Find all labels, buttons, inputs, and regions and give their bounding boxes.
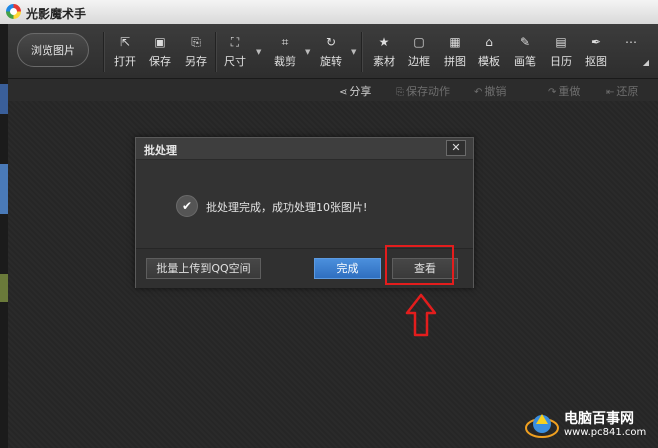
cutout-icon: ✒ [590,35,602,49]
dialog-message: 批处理完成，成功处理10张图片! [206,201,368,214]
app-logo-icon [6,4,21,19]
rotate-dropdown-caret[interactable]: ▼ [351,48,356,56]
save-action-button[interactable]: ⎘ 保存动作 [396,83,450,99]
resize-button[interactable]: ⛶ 尺寸 [220,36,250,70]
undo-icon: ↶ [474,87,483,98]
app-title: 光影魔术手 [26,7,87,21]
brush-icon: ✎ [519,35,531,49]
highlight-box [385,245,454,285]
collage-icon: ▦ [449,35,461,49]
checkmark-icon: ✔ [176,195,198,217]
collage-button[interactable]: ▦ 拼图 [440,36,470,70]
dialog-title: 批处理 [144,144,177,157]
more-icon: ⋯ [625,35,637,49]
border-button[interactable]: ▢ 边框 [404,36,434,70]
toolbar-expand-icon[interactable]: ◢ [643,58,649,67]
save-as-icon: ⎘ [191,35,201,49]
resize-icon: ⛶ [230,35,240,49]
close-icon[interactable]: ✕ [446,140,466,156]
crop-dropdown-caret[interactable]: ▼ [305,48,310,56]
toolbar-divider [361,32,363,72]
rotate-icon: ↻ [325,35,337,49]
background-window-strip [0,24,8,448]
material-icon: ★ [378,35,390,49]
dialog-header: 批处理 ✕ [136,138,473,160]
title-bar: 光影魔术手 [0,0,658,25]
save-as-button[interactable]: ⎘ 另存 [181,36,211,70]
save-button[interactable]: ▣ 保存 [145,36,175,70]
material-button[interactable]: ★ 素材 [369,36,399,70]
watermark-url: www.pc841.com [564,427,647,438]
main-toolbar: 浏览图片 ⇱ 打开 ▣ 保存 ⎘ 另存 ⛶ 尺寸 ▼ ⌗ 裁剪 ▼ ↻ 旋转 ▼… [8,24,658,79]
rotate-button[interactable]: ↻ 旋转 [316,36,346,70]
redo-button[interactable]: ↷ 重做 [548,83,580,99]
calendar-icon: ▤ [555,35,567,49]
save-icon: ▣ [154,35,166,49]
brush-button[interactable]: ✎ 画笔 [510,36,540,70]
done-button[interactable]: 完成 [314,258,381,279]
calendar-button[interactable]: ▤ 日历 [546,36,576,70]
share-icon: ⋖ [339,87,348,98]
up-arrow-icon [405,293,437,337]
save-action-icon: ⎘ [396,87,404,98]
action-bar: ⋖ 分享 ⎘ 保存动作 ↶ 撤销 ↷ 重做 ⇤ 还原 [8,79,658,102]
toolbar-divider [103,32,105,72]
undo-button[interactable]: ↶ 撤销 [474,83,506,99]
open-icon: ⇱ [119,35,131,49]
template-icon: ⌂ [485,35,493,49]
restore-icon: ⇤ [606,87,615,98]
border-icon: ▢ [413,35,425,49]
share-button[interactable]: ⋖ 分享 [339,83,371,99]
browse-images-button[interactable]: 浏览图片 [17,33,89,67]
crop-icon: ⌗ [281,35,289,49]
resize-dropdown-caret[interactable]: ▼ [256,48,261,56]
cutout-button[interactable]: ✒ 抠图 [581,36,611,70]
toolbar-divider [215,32,217,72]
crop-button[interactable]: ⌗ 裁剪 [270,36,300,70]
watermark-name: 电脑百事网 [564,411,634,427]
template-button[interactable]: ⌂ 模板 [474,36,504,70]
restore-button[interactable]: ⇤ 还原 [606,83,638,99]
upload-qq-button[interactable]: 批量上传到QQ空间 [146,258,261,279]
more-tools-button[interactable]: ⋯ [616,36,646,70]
redo-icon: ↷ [548,87,557,98]
watermark: 电脑百事网 www.pc841.com [524,408,652,442]
open-button[interactable]: ⇱ 打开 [110,36,140,70]
watermark-logo-icon [525,414,559,438]
